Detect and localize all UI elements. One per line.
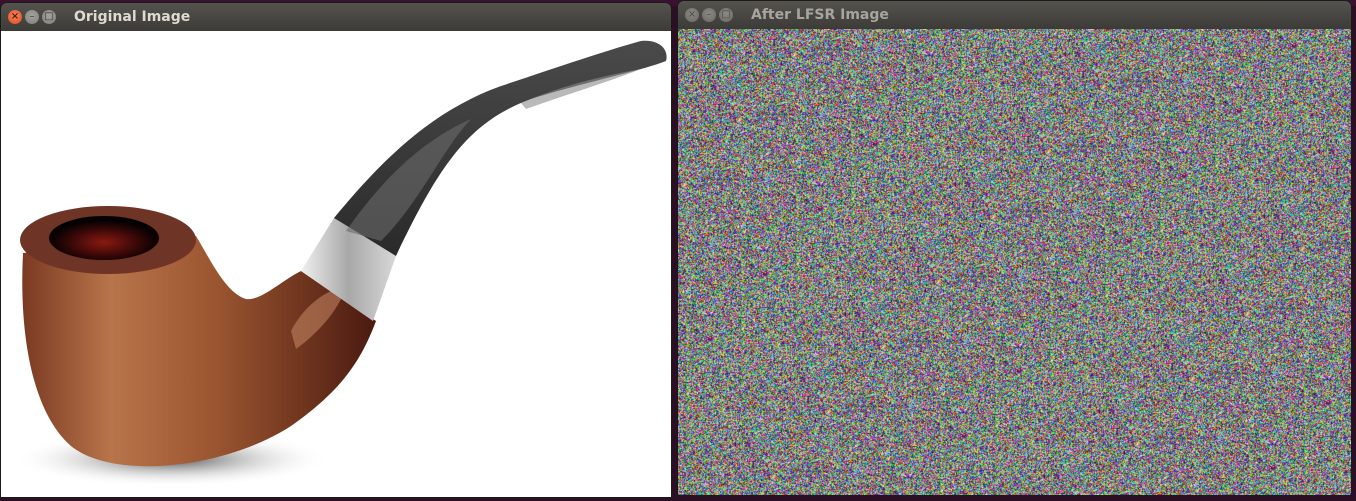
window-controls: × – □	[685, 8, 733, 22]
titlebar[interactable]: × – □ After LFSR Image	[678, 1, 1351, 29]
minimize-icon[interactable]: –	[702, 8, 716, 22]
noise-image	[678, 29, 1351, 495]
close-icon[interactable]: ×	[8, 10, 22, 24]
close-icon[interactable]: ×	[685, 8, 699, 22]
window-controls: × – □	[8, 10, 56, 24]
original-image-window[interactable]: × – □ Original Image	[1, 3, 671, 497]
after-lfsr-image-window[interactable]: × – □ After LFSR Image	[678, 1, 1351, 495]
image-canvas	[678, 29, 1351, 495]
minimize-icon[interactable]: –	[25, 10, 39, 24]
titlebar[interactable]: × – □ Original Image	[1, 3, 671, 31]
maximize-icon[interactable]: □	[42, 10, 56, 24]
pipe-image	[11, 40, 667, 487]
window-title: After LFSR Image	[751, 7, 889, 23]
image-canvas	[1, 31, 671, 497]
window-title: Original Image	[74, 9, 191, 25]
maximize-icon[interactable]: □	[719, 8, 733, 22]
